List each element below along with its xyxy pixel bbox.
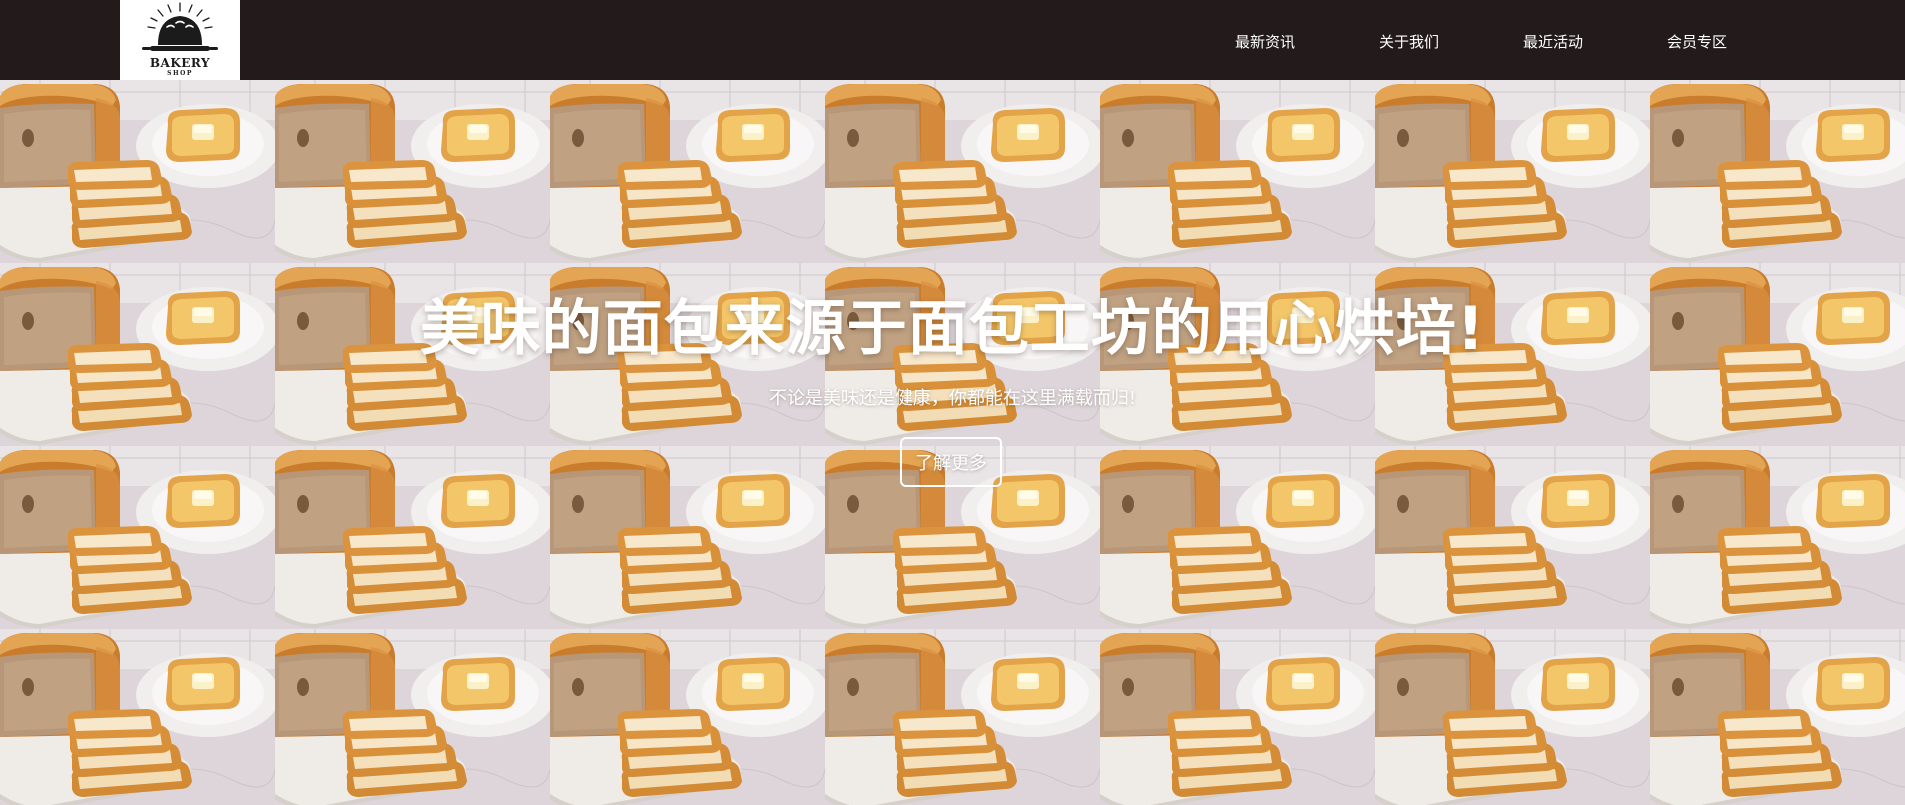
nav-item-events[interactable]: 最近活动	[1523, 31, 1583, 52]
hero-title: 美味的面包来源于面包工坊的用心烘培!	[419, 294, 1486, 364]
hero-content: 美味的面包来源于面包工坊的用心烘培! 不论是美味还是健康，你都能在这里满载而归!…	[0, 80, 1905, 805]
hero-subtitle: 不论是美味还是健康，你都能在这里满载而归!	[768, 388, 1137, 409]
hero-banner: 美味的面包来源于面包工坊的用心烘培! 不论是美味还是健康，你都能在这里满载而归!…	[0, 80, 1905, 805]
main-nav: 最新资讯 关于我们 最近活动 会员专区	[0, 0, 1905, 80]
nav-item-news[interactable]: 最新资讯	[1235, 31, 1295, 52]
nav-item-members[interactable]: 会员专区	[1667, 31, 1727, 52]
site-header: BAKERY SHOP 最新资讯 关于我们 最近活动 会员专区	[0, 0, 1905, 80]
nav-item-about[interactable]: 关于我们	[1379, 31, 1439, 52]
learn-more-button[interactable]: 了解更多	[900, 437, 1002, 487]
